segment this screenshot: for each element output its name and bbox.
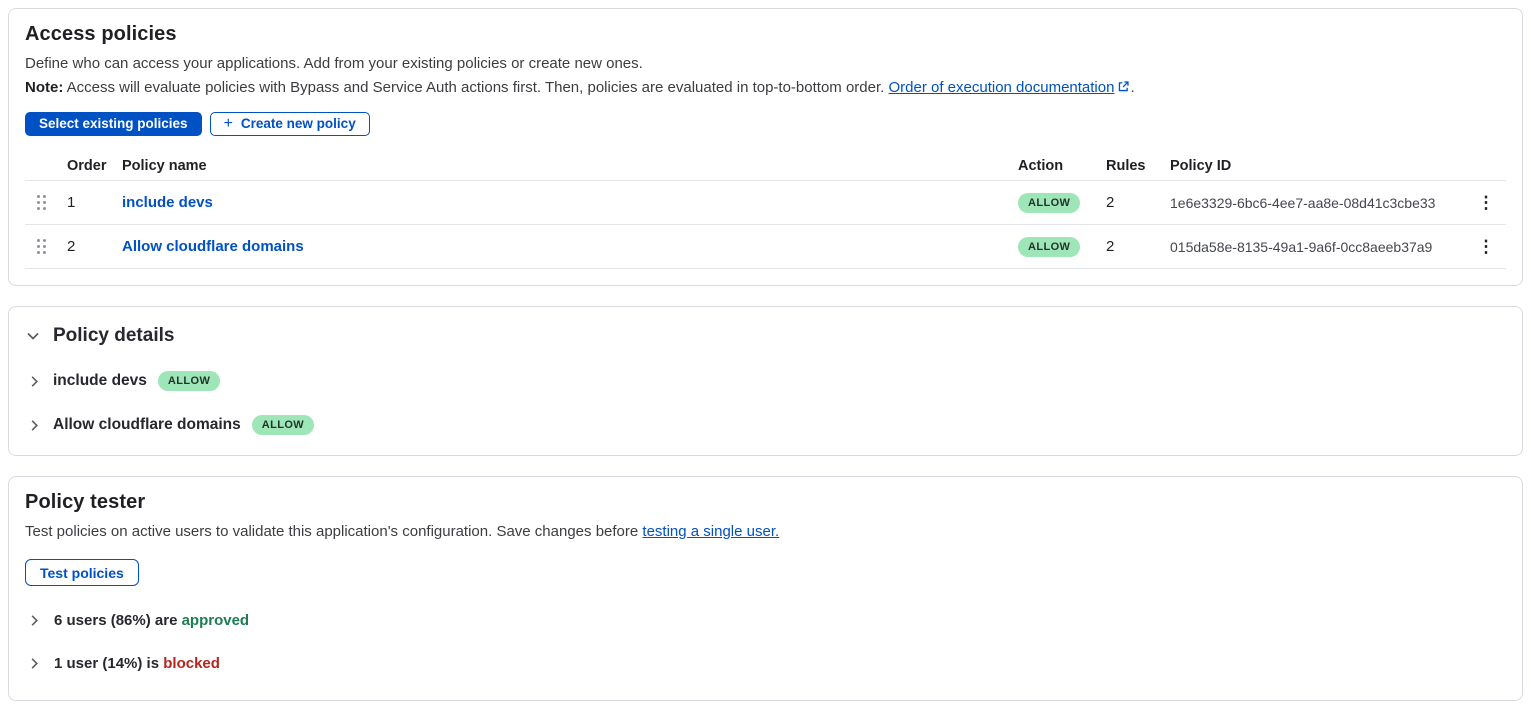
header-action: Action [1018, 158, 1106, 174]
policy-details-title: Policy details [53, 325, 174, 347]
policy-name-link[interactable]: Allow cloudflare domains [122, 238, 304, 255]
page: Access policies Define who can access yo… [0, 0, 1531, 709]
tester-result-blocked[interactable]: 1 user (14%) is blocked [27, 655, 1506, 672]
row-order: 1 [67, 194, 122, 211]
chevron-right-icon [27, 656, 42, 671]
policy-buttons-row: Select existing policies + Create new po… [25, 112, 1506, 136]
table-row: 1 include devs ALLOW 2 1e6e3329-6bc6-4ee… [25, 181, 1506, 225]
table-row: 2 Allow cloudflare domains ALLOW 2 015da… [25, 225, 1506, 269]
drag-handle-icon[interactable] [37, 195, 47, 211]
row-policy-id: 015da58e-8135-49a1-9a6f-0cc8aeeb37a9 [1170, 239, 1466, 255]
result-text: 6 users (86%) are approved [54, 612, 249, 629]
action-badge: ALLOW [1018, 237, 1080, 257]
policy-detail-item[interactable]: Allow cloudflare domains ALLOW [27, 415, 1506, 435]
access-policies-title: Access policies [25, 23, 1506, 46]
chevron-right-icon [27, 418, 42, 433]
select-existing-policies-button[interactable]: Select existing policies [25, 112, 202, 136]
header-policy-name: Policy name [122, 158, 1018, 174]
test-policies-button[interactable]: Test policies [25, 559, 139, 586]
chevron-right-icon [27, 613, 42, 628]
header-policy-id: Policy ID [1170, 158, 1466, 174]
policy-detail-name: include devs [53, 372, 147, 390]
action-badge: ALLOW [1018, 193, 1080, 213]
drag-handle-icon[interactable] [37, 239, 47, 255]
external-link-icon [1117, 80, 1130, 93]
policy-tester-description: Test policies on active users to validat… [25, 520, 1506, 544]
policy-tester-title: Policy tester [25, 491, 1506, 514]
result-status: approved [182, 612, 250, 629]
note-suffix: . [1130, 79, 1134, 96]
access-policies-note: Note: Access will evaluate policies with… [25, 76, 1506, 100]
order-of-execution-link[interactable]: Order of execution documentation [888, 79, 1130, 96]
note-label: Note: [25, 79, 63, 96]
plus-icon: + [224, 116, 233, 132]
policy-name-link[interactable]: include devs [122, 194, 213, 211]
result-status: blocked [163, 655, 220, 672]
result-text: 1 user (14%) is blocked [54, 655, 220, 672]
policy-detail-item[interactable]: include devs ALLOW [27, 371, 1506, 391]
header-rules: Rules [1106, 158, 1170, 174]
kebab-menu-icon[interactable]: ⋮ [1472, 190, 1501, 215]
tester-result-approved[interactable]: 6 users (86%) are approved [27, 612, 1506, 629]
note-text: Access will evaluate policies with Bypas… [67, 79, 885, 96]
action-badge: ALLOW [252, 415, 314, 435]
testing-single-user-link[interactable]: testing a single user. [642, 523, 779, 540]
access-policies-description: Define who can access your applications.… [25, 52, 1506, 76]
policy-details-toggle[interactable]: Policy details [25, 325, 1506, 347]
header-order: Order [67, 158, 122, 174]
row-rules: 2 [1106, 194, 1170, 211]
kebab-menu-icon[interactable]: ⋮ [1472, 234, 1501, 259]
chevron-down-icon [25, 328, 41, 344]
row-policy-id: 1e6e3329-6bc6-4ee7-aa8e-08d41c3cbe33 [1170, 195, 1466, 211]
policy-tester-card: Policy tester Test policies on active us… [8, 476, 1523, 701]
policies-table: Order Policy name Action Rules Policy ID… [25, 152, 1506, 269]
create-new-policy-button[interactable]: + Create new policy [210, 112, 370, 136]
policy-detail-name: Allow cloudflare domains [53, 416, 241, 434]
policies-table-header: Order Policy name Action Rules Policy ID [25, 152, 1506, 181]
row-order: 2 [67, 238, 122, 255]
policy-details-card: Policy details include devs ALLOW Allow … [8, 306, 1523, 456]
row-rules: 2 [1106, 238, 1170, 255]
action-badge: ALLOW [158, 371, 220, 391]
chevron-right-icon [27, 374, 42, 389]
access-policies-card: Access policies Define who can access yo… [8, 8, 1523, 286]
